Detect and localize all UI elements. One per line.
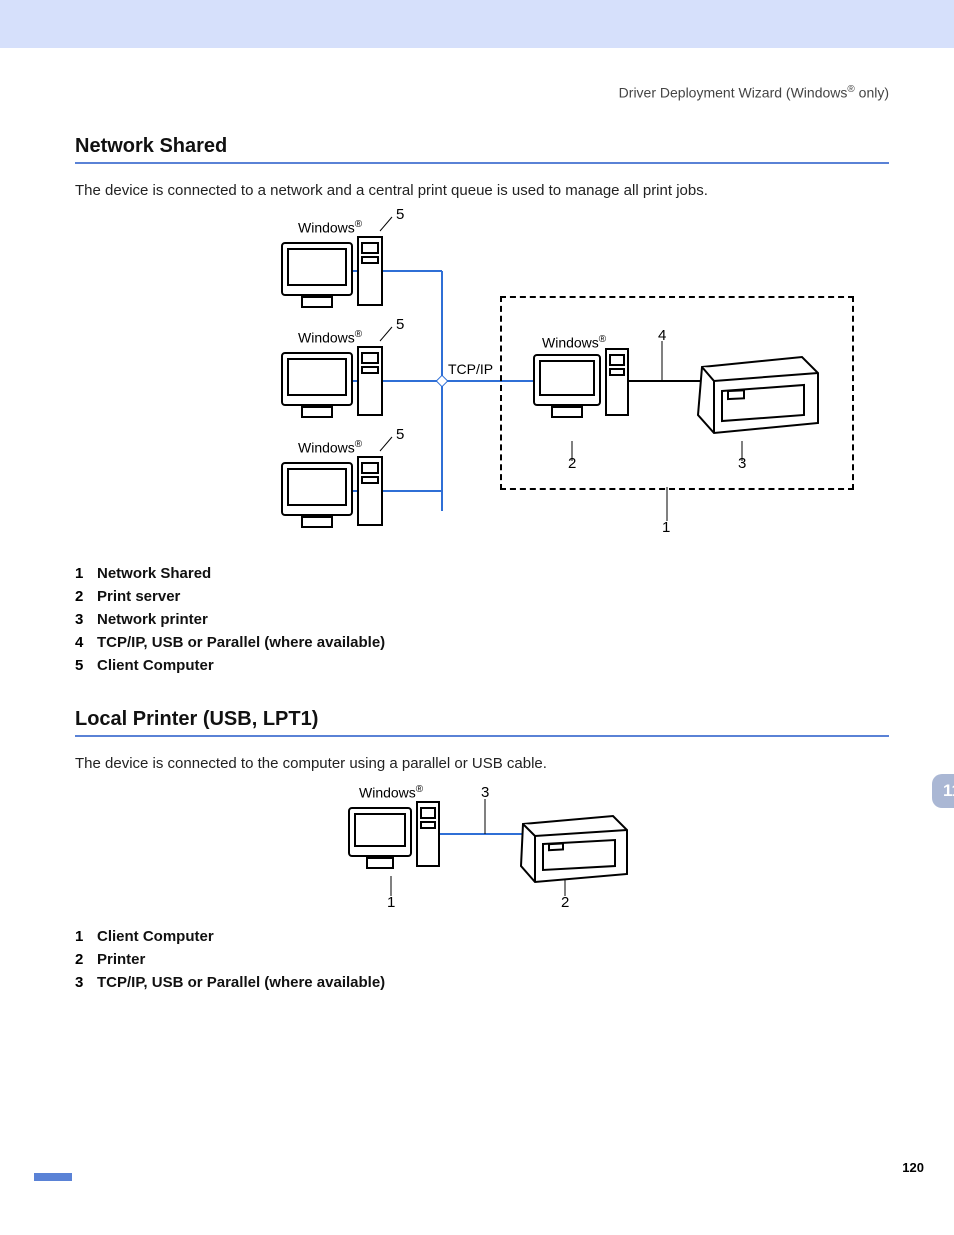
legend-item: 2Print server (75, 588, 889, 605)
section2-rule (75, 735, 889, 737)
windows-label: Windows® (298, 329, 362, 346)
top-bar (0, 0, 954, 48)
tcpip-label: TCP/IP (448, 361, 493, 377)
network-shared-diagram: Windows® Windows® Windows® Windows® TCP/… (182, 211, 782, 551)
callout-3: 3 (738, 455, 746, 472)
side-tab: 11 (932, 774, 954, 808)
section2-intro: The device is connected to the computer … (75, 755, 889, 772)
callout-5: 5 (396, 426, 404, 443)
chapter-text-before: Driver Deployment Wizard (Windows (619, 85, 848, 101)
section1-legend: 1Network Shared 2Print server 3Network p… (75, 565, 889, 674)
legend-item: 5Client Computer (75, 657, 889, 674)
section1-title: Network Shared (75, 135, 889, 158)
network-printer-icon (692, 337, 822, 437)
client-computer-icon (282, 237, 387, 317)
section1-intro: The device is connected to a network and… (75, 182, 889, 199)
section2-legend: 1Client Computer 2Printer 3TCP/IP, USB o… (75, 928, 889, 991)
windows-label: Windows® (542, 334, 606, 351)
callout-3: 3 (481, 784, 489, 801)
client-computer-icon (282, 457, 387, 537)
legend-item: 4TCP/IP, USB or Parallel (where availabl… (75, 634, 889, 651)
local-printer-diagram: Windows® 3 1 2 (345, 784, 665, 914)
section2-title: Local Printer (USB, LPT1) (75, 708, 889, 731)
print-server-icon (534, 349, 634, 427)
windows-label: Windows® (298, 439, 362, 456)
client-computer-icon (349, 802, 449, 878)
printer-icon (515, 798, 635, 886)
chapter-text-after: only) (855, 85, 889, 101)
callout-1: 1 (387, 894, 395, 911)
callout-5: 5 (396, 206, 404, 223)
callout-5: 5 (396, 316, 404, 333)
legend-item: 3Network printer (75, 611, 889, 628)
windows-label: Windows® (359, 784, 423, 801)
callout-4: 4 (658, 327, 666, 344)
section1-rule (75, 162, 889, 164)
callout-2: 2 (561, 894, 569, 911)
chapter-sup: ® (847, 84, 854, 95)
windows-label: Windows® (298, 219, 362, 236)
legend-item: 3TCP/IP, USB or Parallel (where availabl… (75, 974, 889, 991)
client-computer-icon (282, 347, 387, 427)
callout-2: 2 (568, 455, 576, 472)
legend-item: 1Network Shared (75, 565, 889, 582)
chapter-header: Driver Deployment Wizard (Windows® only) (75, 84, 889, 101)
legend-item: 2Printer (75, 951, 889, 968)
footer-strip (34, 1173, 72, 1181)
page-number: 120 (902, 1160, 924, 1175)
callout-1: 1 (662, 519, 670, 536)
legend-item: 1Client Computer (75, 928, 889, 945)
